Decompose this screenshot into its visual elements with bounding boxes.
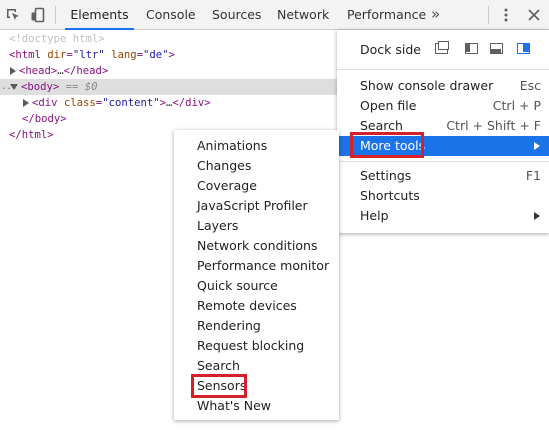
devtools-toolbar: Elements Console Sources Network Perform… <box>0 0 549 30</box>
submenu-item-remote-devices[interactable]: Remote devices <box>197 296 297 316</box>
body-open-tag: <body> <box>21 81 60 93</box>
submenu-item-layers[interactable]: Layers <box>197 216 238 236</box>
tab-performance[interactable]: Performance <box>347 0 426 30</box>
tab-console[interactable]: Console <box>146 0 196 30</box>
tab-sources[interactable]: Sources <box>212 0 261 30</box>
dock-bottom-icon[interactable] <box>490 43 503 54</box>
submenu-item-search[interactable]: Search <box>197 356 240 376</box>
html-dir-value: "ltr" <box>72 49 105 61</box>
submenu-item-whats-new[interactable]: What's New <box>197 396 271 416</box>
undock-icon[interactable] <box>435 41 449 54</box>
div-open-tag: <div <box>32 97 58 109</box>
menu-item-label: Shortcuts <box>360 188 420 203</box>
div-class-attr: class <box>63 97 96 109</box>
html-lang-attr: lang <box>111 49 137 61</box>
submenu-item-rendering[interactable]: Rendering <box>197 316 261 336</box>
menu-separator <box>337 69 549 70</box>
toolbar-divider <box>488 6 489 24</box>
expand-triangle-icon[interactable] <box>10 67 16 75</box>
dock-left-icon[interactable] <box>465 43 478 54</box>
menu-item-open-file[interactable]: Open file Ctrl + P <box>337 96 549 116</box>
dom-html-close[interactable]: </html> <box>9 127 54 143</box>
menu-item-shortcut: F1 <box>525 168 541 183</box>
tab-elements[interactable]: Elements <box>65 0 134 30</box>
menu-item-shortcut: Esc <box>519 78 541 93</box>
menu-item-label: Show console drawer <box>360 78 494 93</box>
menu-item-help[interactable]: Help <box>337 206 549 226</box>
dom-div-node[interactable]: <div class="content">…</div> <box>23 95 211 111</box>
submenu-item-coverage[interactable]: Coverage <box>197 176 257 196</box>
dock-side-label: Dock side <box>360 42 421 57</box>
menu-item-label: Settings <box>360 168 412 183</box>
expand-triangle-icon[interactable] <box>23 99 29 107</box>
collapse-triangle-icon[interactable] <box>10 84 18 90</box>
submenu-item-network-conditions[interactable]: Network conditions <box>197 236 317 256</box>
body-close-tag: </body> <box>22 113 67 125</box>
menu-item-settings[interactable]: Settings F1 <box>337 166 549 186</box>
toolbar-divider <box>55 6 56 24</box>
submenu-item-changes[interactable]: Changes <box>197 156 251 176</box>
selected-node-marker: == $0 <box>65 81 98 93</box>
html-bracket: > <box>168 49 175 61</box>
dom-html-open[interactable]: <html dir="ltr" lang="de"> <box>9 47 175 63</box>
more-tabs-chevron[interactable]: » <box>431 0 440 30</box>
html-lang-value: "de" <box>143 49 169 61</box>
submenu-item-javascript-profiler[interactable]: JavaScript Profiler <box>197 196 308 216</box>
dock-right-icon[interactable] <box>517 43 530 54</box>
menu-item-shortcut: Ctrl + Shift + F <box>446 118 541 133</box>
menu-item-show-console-drawer[interactable]: Show console drawer Esc <box>337 76 549 96</box>
menu-item-label: Help <box>360 208 389 223</box>
doctype-text: <!doctype html> <box>9 33 105 45</box>
submenu-item-performance-monitor[interactable]: Performance monitor <box>197 256 329 276</box>
close-icon[interactable] <box>526 7 542 23</box>
submenu-arrow-icon <box>534 142 540 150</box>
menu-item-label: Open file <box>360 98 417 113</box>
tab-network[interactable]: Network <box>277 0 329 30</box>
menu-item-shortcut: Ctrl + P <box>492 98 541 113</box>
inspect-element-icon[interactable] <box>5 7 21 23</box>
dom-head-node[interactable]: <head>…</head> <box>10 63 108 79</box>
div-class-value: "content" <box>102 97 160 109</box>
html-tag: <html <box>9 49 41 61</box>
submenu-arrow-icon <box>534 212 540 220</box>
submenu-item-quick-source[interactable]: Quick source <box>197 276 278 296</box>
div-close-tag: </div> <box>172 97 211 109</box>
highlight-box-sensors <box>191 374 247 398</box>
submenu-item-animations[interactable]: Animations <box>197 136 267 156</box>
head-close-tag: </head> <box>63 65 109 77</box>
highlight-box-more-tools <box>350 132 424 158</box>
head-open-tag: <head> <box>19 65 58 77</box>
device-toolbar-icon[interactable] <box>30 7 46 23</box>
html-close-tag: </html> <box>9 129 54 141</box>
html-dir-attr: dir <box>47 49 67 61</box>
dom-doctype[interactable]: <!doctype html> <box>9 31 105 47</box>
menu-item-shortcuts[interactable]: Shortcuts <box>337 186 549 206</box>
dom-body-close[interactable]: </body> <box>22 111 67 127</box>
submenu-item-request-blocking[interactable]: Request blocking <box>197 336 304 356</box>
kebab-menu-icon[interactable] <box>501 7 511 23</box>
menu-separator <box>337 161 549 162</box>
